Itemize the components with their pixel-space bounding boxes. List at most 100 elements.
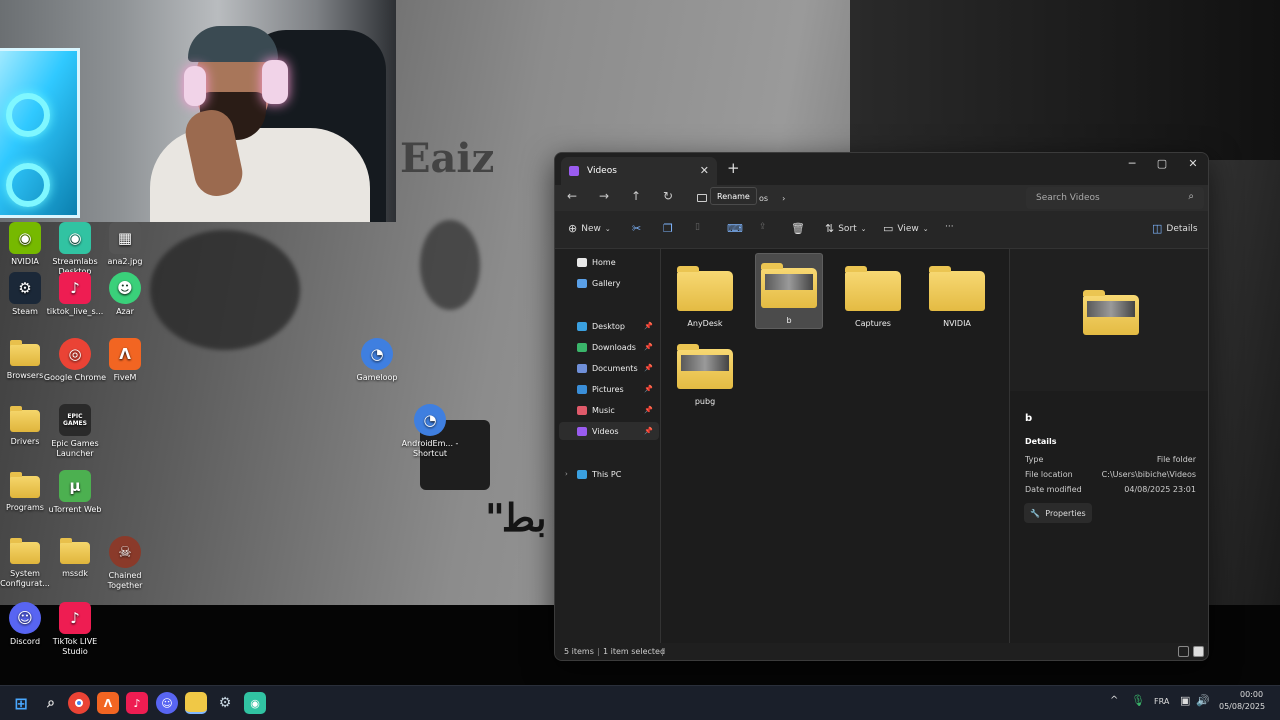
- desktop-icon[interactable]: ♪ TikTok LIVE Studio: [43, 602, 107, 657]
- close-tab-icon[interactable]: ✕: [700, 164, 709, 177]
- details-pane-icon: ◫: [1152, 222, 1163, 235]
- person-cap-graphic: [188, 26, 278, 62]
- status-separator: |: [661, 647, 664, 656]
- folder-item[interactable]: b: [755, 253, 823, 329]
- share-button[interactable]: ⇪: [759, 222, 767, 232]
- taskbar-chrome[interactable]: [68, 692, 90, 714]
- desktop-icon[interactable]: ◔ Gameloop: [345, 338, 409, 383]
- breadcrumb-chevron-icon[interactable]: ›: [782, 194, 785, 203]
- nav-item-this-pc[interactable]: › This PC: [559, 465, 659, 483]
- volume-icon[interactable]: 🔊: [1196, 694, 1210, 707]
- nav-item-videos[interactable]: Videos 📌: [559, 422, 659, 440]
- search-input[interactable]: Search Videos ⌕: [1026, 187, 1204, 209]
- more-options-button[interactable]: ···: [945, 222, 954, 232]
- folder-thumbnail: [681, 355, 729, 371]
- pin-icon: 📌: [644, 322, 653, 330]
- refresh-button[interactable]: ↻: [659, 189, 677, 203]
- search-icon: ⌕: [47, 695, 55, 711]
- folder-item[interactable]: NVIDIA: [923, 257, 991, 333]
- detail-value: C:\Users\bibiche\Videos: [1101, 470, 1196, 479]
- delete-button[interactable]: 🗑: [791, 222, 805, 235]
- language-indicator[interactable]: FRA: [1154, 697, 1169, 706]
- taskbar-discord[interactable]: ☺: [156, 692, 178, 714]
- desktop-icon[interactable]: µ uTorrent Web: [43, 470, 107, 515]
- folder-item[interactable]: pubg: [671, 335, 739, 411]
- desktop-icon[interactable]: ☠ Chained Together: [93, 536, 157, 591]
- expand-chevron-icon[interactable]: ›: [565, 470, 568, 478]
- nav-item-home[interactable]: Home: [559, 253, 659, 271]
- nav-item-gallery[interactable]: Gallery: [559, 274, 659, 292]
- address-bar-row: ← → ↑ ↻ os › Rename Search Videos ⌕: [555, 185, 1208, 211]
- fivem-icon: Λ: [103, 696, 113, 710]
- nav-item-downloads[interactable]: Downloads 📌: [559, 338, 659, 356]
- desktop-icon-label: FiveM: [113, 373, 137, 382]
- minimize-button[interactable]: ─: [1121, 157, 1143, 170]
- properties-button[interactable]: 🔧 Properties: [1024, 503, 1092, 523]
- desktop-icon-label: Chained Together: [107, 571, 143, 590]
- downloads-icon: [577, 342, 587, 352]
- details-pane-button[interactable]: ◫ Details: [1152, 222, 1198, 235]
- nav-item-label: Music: [592, 405, 615, 415]
- taskbar-search-button[interactable]: ⌕: [40, 692, 62, 714]
- details-section-title: Details: [1025, 437, 1057, 446]
- new-button[interactable]: ⊕ New ⌄: [568, 222, 611, 235]
- selected-item-name: b: [1025, 413, 1033, 424]
- nav-item-desktop[interactable]: Desktop 📌: [559, 317, 659, 335]
- taskbar-file-explorer[interactable]: [185, 692, 207, 714]
- desktop-icon[interactable]: ☻ Azar: [93, 272, 157, 317]
- cut-button[interactable]: ✂: [632, 222, 641, 235]
- title-bar[interactable]: Videos ✕ + ─ ▢ ✕: [555, 153, 1208, 185]
- person-shirt-graphic: [150, 128, 370, 222]
- desktop-icon-label: TikTok LIVE Studio: [52, 637, 98, 656]
- tab-videos[interactable]: Videos ✕: [561, 157, 717, 185]
- network-icon[interactable]: ▣: [1180, 694, 1190, 707]
- maximize-button[interactable]: ▢: [1151, 157, 1173, 170]
- details-view-toggle[interactable]: [1178, 646, 1189, 657]
- paste-button[interactable]: ▯: [695, 222, 700, 232]
- view-button[interactable]: ▭ View ⌄: [883, 222, 929, 235]
- clock-date[interactable]: 05/08/2025: [1219, 702, 1265, 711]
- pin-icon: 📌: [644, 385, 653, 393]
- streamlabs-icon: ◉: [250, 696, 260, 710]
- file-explorer-window[interactable]: Videos ✕ + ─ ▢ ✕ ← → ↑ ↻ os › Rename Sea…: [554, 152, 1209, 661]
- nav-item-label: Downloads: [592, 342, 636, 352]
- tray-overflow-icon[interactable]: ^: [1110, 695, 1118, 706]
- desktop-icon[interactable]: Λ FiveM: [93, 338, 157, 383]
- nav-item-label: Home: [592, 257, 616, 267]
- up-button[interactable]: ↑: [627, 189, 645, 203]
- nav-item-music[interactable]: Music 📌: [559, 401, 659, 419]
- new-tab-button[interactable]: +: [727, 159, 740, 177]
- rename-icon: ⌨: [727, 222, 743, 235]
- nav-item-pictures[interactable]: Pictures 📌: [559, 380, 659, 398]
- taskbar-streamlabs[interactable]: ◉: [244, 692, 266, 714]
- steam-icon: ⚙: [218, 695, 232, 711]
- nav-item-documents[interactable]: Documents 📌: [559, 359, 659, 377]
- taskbar-steam[interactable]: ⚙: [214, 692, 236, 714]
- address-path: os: [759, 193, 769, 203]
- desktop-icon-label: ana2.jpg: [107, 257, 143, 266]
- taskbar-fivem[interactable]: Λ: [97, 692, 119, 714]
- tiles-view-toggle[interactable]: [1193, 646, 1204, 657]
- streamlabs-icon: ◉: [59, 222, 91, 254]
- desktop-icon[interactable]: EPIC GAMES Epic Games Launcher: [43, 404, 107, 459]
- close-window-button[interactable]: ✕: [1182, 157, 1204, 170]
- view-label: View: [897, 223, 919, 234]
- folder-item[interactable]: Captures: [839, 257, 907, 333]
- folder-item[interactable]: AnyDesk: [671, 257, 739, 333]
- microphone-icon[interactable]: 🎙: [1131, 694, 1145, 707]
- desktop-icon[interactable]: ◔ AndroidEm... - Shortcut: [398, 404, 462, 459]
- copy-button[interactable]: ❐: [663, 222, 673, 235]
- chrome-icon: ◎: [59, 338, 91, 370]
- folder-thumbnail: [1087, 301, 1135, 317]
- rename-button[interactable]: ⌨: [727, 222, 743, 235]
- folder-icon: [10, 472, 40, 498]
- tab-title: Videos: [587, 166, 617, 176]
- forward-button[interactable]: →: [595, 189, 613, 203]
- taskbar-tiktok[interactable]: ♪: [126, 692, 148, 714]
- desktop-icon[interactable]: ▦ ana2.jpg: [93, 222, 157, 267]
- folder-icon: [10, 406, 40, 432]
- sort-button[interactable]: ⇅ Sort ⌄: [825, 222, 867, 235]
- back-button[interactable]: ←: [563, 189, 581, 203]
- start-button[interactable]: ⊞: [10, 692, 32, 714]
- clock-time[interactable]: 00:00: [1240, 690, 1263, 699]
